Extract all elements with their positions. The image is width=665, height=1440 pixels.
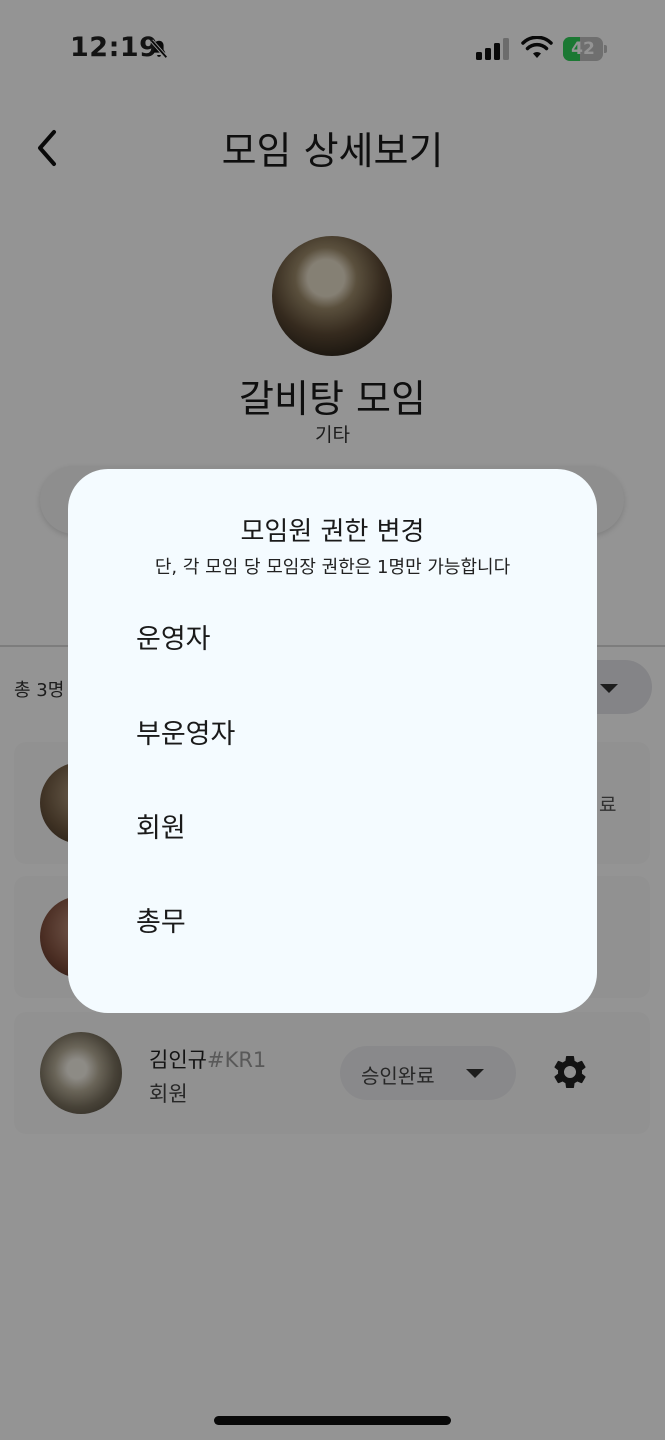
role-option-operator[interactable]: 운영자 <box>108 605 557 675</box>
role-option-member[interactable]: 회원 <box>108 794 557 864</box>
role-option-sub-operator[interactable]: 부운영자 <box>108 700 557 770</box>
modal-subtitle: 단, 각 모임 당 모임장 권한은 1명만 가능합니다 <box>154 557 511 578</box>
role-option-treasurer[interactable]: 총무 <box>108 888 557 958</box>
role-change-modal: 모임원 권한 변경 단, 각 모임 당 모임장 권한은 1명만 가능합니다 운영… <box>68 469 597 1013</box>
modal-title: 모임원 권한 변경 <box>240 517 425 547</box>
page: 12:19 42 모임 상세보기 갈비탕 모임 기타 총 3명 료 김인규#KR… <box>0 0 665 1440</box>
